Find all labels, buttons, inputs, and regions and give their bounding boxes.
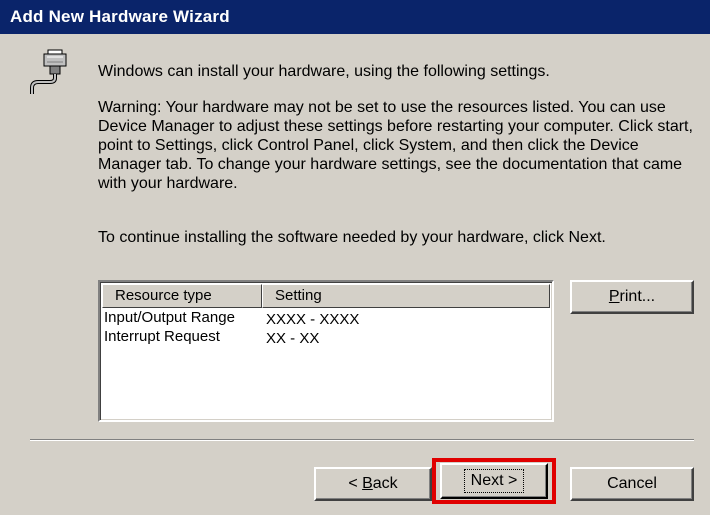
print-mnemonic: P bbox=[608, 288, 620, 305]
resource-setting-cell: XX - XX bbox=[266, 330, 320, 347]
next-button-label: Next > bbox=[463, 469, 525, 493]
cancel-button[interactable]: Cancel bbox=[570, 467, 694, 501]
back-prefix: < bbox=[348, 475, 363, 492]
next-button[interactable]: Next > bbox=[440, 463, 548, 499]
cancel-button-label: Cancel bbox=[607, 475, 657, 492]
wizard-window: Add New Hardware Wizard Windows can inst… bbox=[0, 0, 710, 515]
back-mnemonic: B bbox=[362, 475, 373, 492]
resource-type-cell: Interrupt Request bbox=[104, 328, 220, 345]
resource-list[interactable]: Resource type Setting Input/Output Range… bbox=[98, 280, 554, 422]
column-header-resource-type[interactable]: Resource type bbox=[102, 284, 262, 308]
resource-row[interactable]: Interrupt Request XX - XX bbox=[104, 327, 552, 347]
warning-text: Warning: Your hardware may not be set to… bbox=[98, 99, 693, 192]
resource-list-header: Resource type Setting bbox=[102, 284, 550, 308]
resource-row[interactable]: Input/Output Range XXXX - XXXX bbox=[104, 308, 552, 328]
back-label-rest: ack bbox=[372, 475, 398, 492]
resource-type-cell: Input/Output Range bbox=[104, 309, 235, 326]
column-header-setting[interactable]: Setting bbox=[262, 284, 550, 308]
window-title: Add New Hardware Wizard bbox=[10, 7, 230, 26]
intro-text: Windows can install your hardware, using… bbox=[98, 63, 550, 80]
back-button[interactable]: < Back bbox=[314, 467, 432, 501]
hardware-device-icon bbox=[26, 48, 74, 96]
print-label-rest: rint... bbox=[619, 288, 656, 305]
title-bar[interactable]: Add New Hardware Wizard bbox=[0, 0, 710, 34]
separator-line bbox=[30, 439, 694, 441]
print-button[interactable]: Print... bbox=[570, 280, 694, 314]
continue-instruction-text: To continue installing the software need… bbox=[98, 229, 606, 246]
resource-setting-cell: XXXX - XXXX bbox=[266, 311, 360, 328]
